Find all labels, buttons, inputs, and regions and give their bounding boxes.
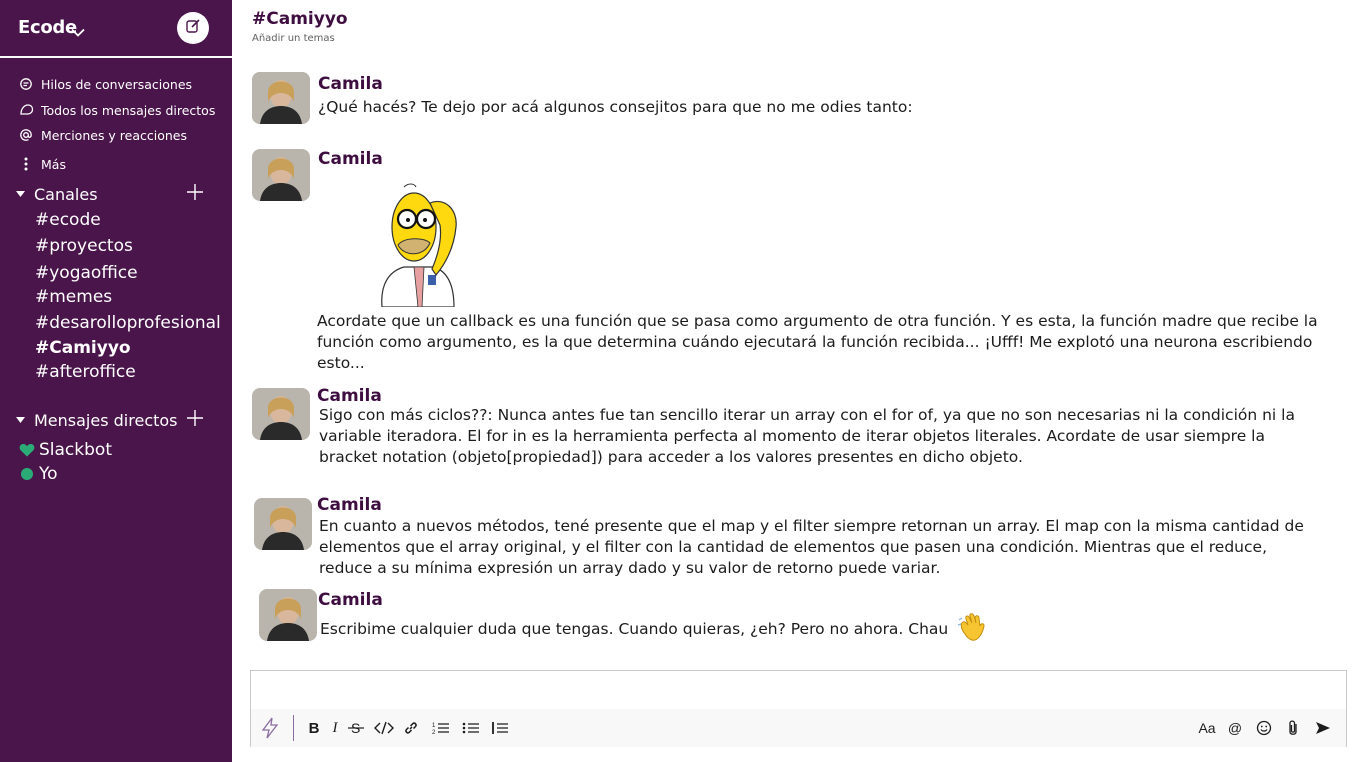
nav-all-dms[interactable]: Todos los mensajes directos bbox=[18, 100, 215, 120]
message-text: Sigo con más ciclos??: Nunca antes fue t… bbox=[319, 406, 1295, 466]
message-author[interactable]: Camila bbox=[318, 74, 383, 94]
compose-button[interactable] bbox=[177, 12, 209, 44]
nav-threads[interactable]: Hilos de conversaciones bbox=[18, 74, 192, 94]
dm-yo[interactable]: Yo bbox=[18, 463, 58, 485]
avatar[interactable] bbox=[252, 388, 310, 440]
dm-label: Yo bbox=[39, 464, 58, 484]
ordered-list-icon[interactable]: 12 bbox=[430, 717, 452, 739]
threads-icon bbox=[18, 76, 34, 92]
nav-more[interactable]: Más bbox=[18, 154, 66, 174]
main-pane: #Camiyyo Añadir un temas Camila ¿Qué hac… bbox=[232, 0, 1364, 762]
message-body: Escribime cualquier duda que tengas. Cua… bbox=[320, 612, 1320, 648]
more-icon bbox=[18, 156, 34, 172]
toolbar-divider bbox=[293, 715, 294, 741]
channel-title[interactable]: #Camiyyo bbox=[252, 9, 348, 29]
message-text: Acordate que un callback es una función … bbox=[317, 312, 1318, 372]
caret-down-icon[interactable] bbox=[14, 414, 26, 426]
workspace-header[interactable]: Ecode bbox=[0, 0, 232, 58]
channel-desarolloprofesional[interactable]: #desarolloprofesional bbox=[35, 313, 221, 333]
dms-section-label: Mensajes directos bbox=[34, 410, 178, 430]
emoji-icon[interactable] bbox=[1253, 717, 1275, 739]
channels-section-header[interactable]: Canales bbox=[14, 183, 214, 205]
message-composer: B I S 12 Aa @ bbox=[250, 670, 1347, 747]
message-text: Escribime cualquier duda que tengas. Cua… bbox=[320, 620, 949, 638]
message-author[interactable]: Camila bbox=[317, 386, 382, 406]
message-text: ¿Qué hacés? Te dejo por acá algunos cons… bbox=[318, 98, 913, 116]
channels-section-label: Canales bbox=[34, 184, 98, 204]
bold-icon[interactable]: B bbox=[303, 717, 325, 739]
channel-afteroffice[interactable]: #afteroffice bbox=[35, 362, 136, 382]
shortcuts-icon[interactable] bbox=[259, 717, 281, 739]
attach-icon[interactable] bbox=[1282, 717, 1304, 739]
channel-proyectos[interactable]: #proyectos bbox=[35, 236, 133, 256]
channel-camiyyo[interactable]: #Camiyyo bbox=[35, 338, 131, 358]
send-icon[interactable] bbox=[1312, 717, 1334, 739]
nav-label: Hilos de conversaciones bbox=[41, 76, 193, 92]
nav-label: Todos los mensajes directos bbox=[41, 102, 216, 118]
text-format-icon[interactable]: Aa bbox=[1194, 717, 1220, 739]
svg-text:2: 2 bbox=[432, 730, 436, 735]
message-author[interactable]: Camila bbox=[318, 590, 383, 610]
dm-label: Slackbot bbox=[39, 440, 112, 460]
mention-icon[interactable]: @ bbox=[1224, 717, 1246, 739]
composer-toolbar: B I S 12 Aa @ bbox=[251, 709, 1346, 747]
avatar[interactable] bbox=[259, 589, 317, 641]
dm-slackbot[interactable]: Slackbot bbox=[18, 439, 112, 461]
caret-down-icon[interactable] bbox=[14, 188, 26, 200]
italic-icon[interactable]: I bbox=[324, 717, 346, 739]
channel-yogaoffice[interactable]: #yogaoffice bbox=[35, 263, 138, 283]
at-icon bbox=[18, 127, 34, 143]
add-channel-icon[interactable] bbox=[186, 183, 204, 201]
message-input[interactable] bbox=[251, 671, 1346, 709]
bulleted-list-icon[interactable] bbox=[460, 717, 482, 739]
avatar[interactable] bbox=[252, 149, 310, 201]
nav-label: Merciones y reacciones bbox=[41, 127, 188, 143]
avatar[interactable] bbox=[254, 498, 312, 550]
waving-hand-icon bbox=[957, 612, 989, 648]
svg-text:1: 1 bbox=[432, 723, 436, 729]
workspace-name[interactable]: Ecode bbox=[18, 17, 77, 38]
code-icon[interactable] bbox=[373, 717, 395, 739]
blockquote-icon[interactable] bbox=[489, 717, 511, 739]
dms-icon bbox=[18, 102, 34, 118]
chevron-down-icon[interactable] bbox=[71, 22, 85, 41]
strikethrough-icon[interactable]: S bbox=[345, 717, 367, 739]
dms-section-header[interactable]: Mensajes directos bbox=[14, 409, 214, 431]
message-text: En cuanto a nuevos métodos, tené present… bbox=[319, 517, 1304, 577]
presence-dot-icon bbox=[18, 466, 35, 482]
channel-topic[interactable]: Añadir un temas bbox=[252, 33, 335, 44]
add-dm-icon[interactable] bbox=[186, 409, 204, 427]
compose-icon bbox=[185, 18, 201, 38]
link-icon[interactable] bbox=[400, 717, 422, 739]
channel-memes[interactable]: #memes bbox=[35, 287, 112, 307]
message-author[interactable]: Camila bbox=[317, 495, 382, 515]
homer-sticker[interactable] bbox=[374, 183, 466, 311]
sidebar: Ecode Hilos de conversaciones Todos los … bbox=[0, 0, 232, 762]
nav-label: Más bbox=[41, 156, 66, 172]
avatar[interactable] bbox=[252, 72, 310, 124]
channel-ecode[interactable]: #ecode bbox=[35, 210, 101, 230]
message-author[interactable]: Camila bbox=[318, 149, 383, 169]
nav-mentions[interactable]: Merciones y reacciones bbox=[18, 125, 187, 145]
heart-icon bbox=[18, 442, 35, 458]
